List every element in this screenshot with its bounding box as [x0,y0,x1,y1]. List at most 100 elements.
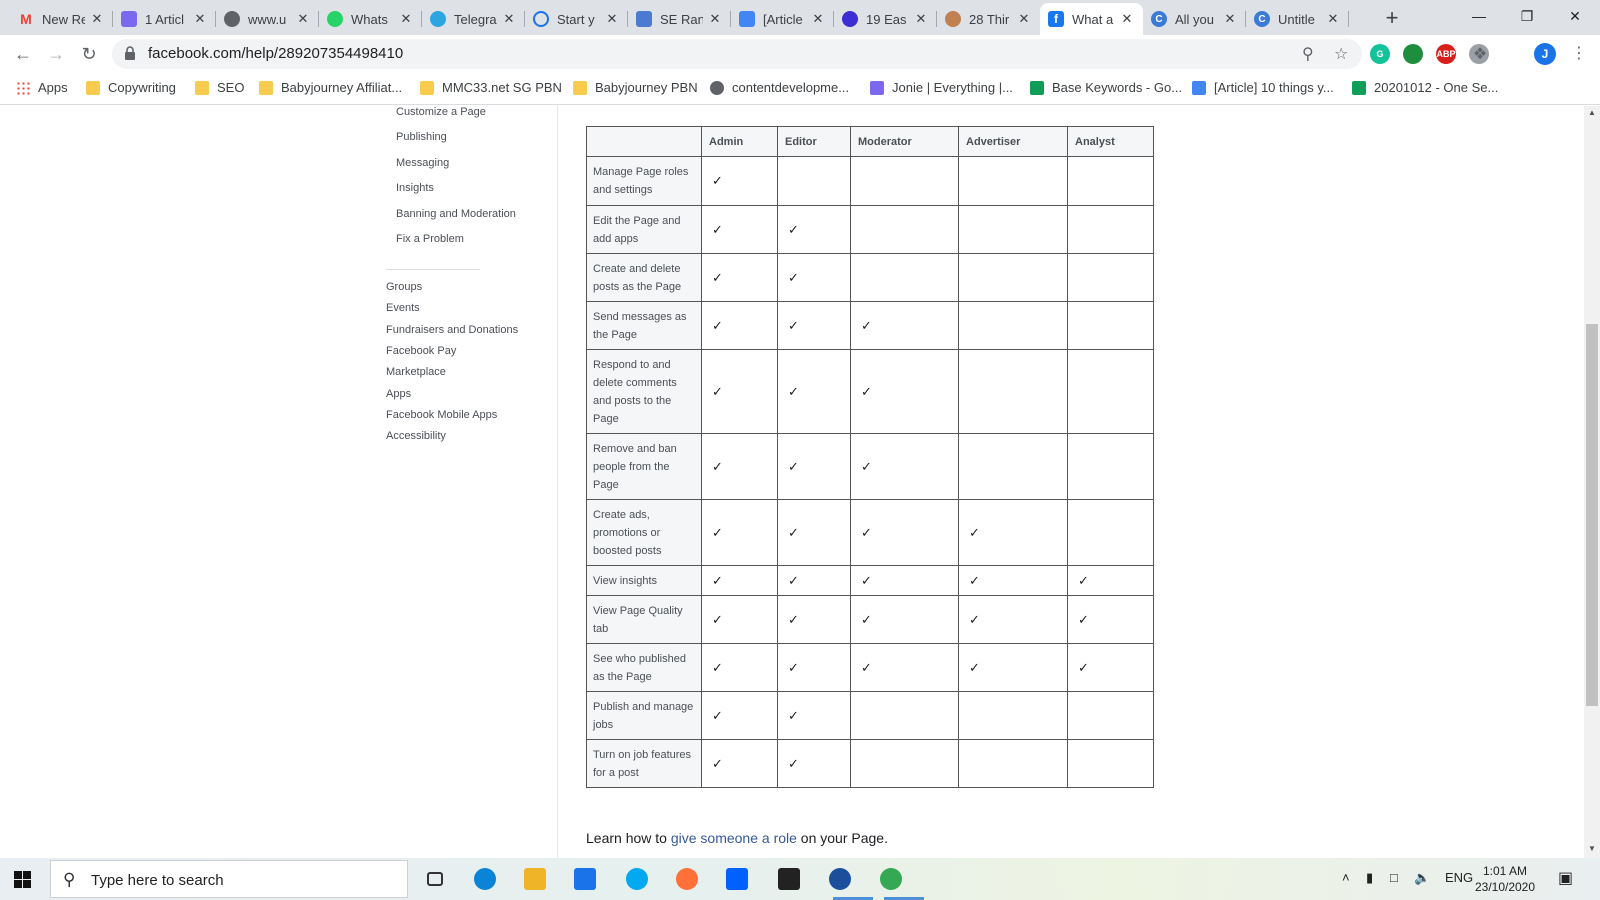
sidebar-subitem[interactable]: Banning and Moderation [396,208,516,220]
bookmark-item[interactable]: Copywriting [86,80,176,95]
bookmark-item[interactable]: [Article] 10 things y... [1192,80,1334,95]
sidebar-item[interactable]: Fundraisers and Donations [386,324,518,336]
scroll-down-arrow-icon[interactable]: ▼ [1584,844,1600,853]
bookmark-item[interactable]: Apps [16,80,68,95]
system-clock[interactable]: 1:01 AM 23/10/2020 [1470,863,1540,895]
browser-tab[interactable]: C All you ✕ [1143,3,1246,35]
address-bar[interactable]: facebook.com/help/289207354498410 ⚲ ☆ [112,39,1362,69]
extensions-puzzle-icon[interactable]: ❖ [1470,44,1490,64]
dropbox-icon[interactable] [722,864,752,894]
volume-icon[interactable]: 🔈 [1414,870,1430,886]
chrome-icon[interactable] [876,864,906,894]
bookmark-item[interactable]: contentdevelopme... [710,80,849,95]
grammarly-icon[interactable]: G [1370,44,1390,64]
menu-kebab-icon[interactable]: ⋮ [1566,41,1592,67]
empty-cell [1067,253,1154,302]
taskbar-search-box[interactable]: ⚲ Type here to search [50,860,408,898]
bookmark-item[interactable]: Babyjourney PBN [573,80,698,95]
check-mark-cell: ✓ [701,565,778,596]
browser-tab[interactable]: C Untitle ✕ [1246,3,1349,35]
network-icon[interactable]: □ [1390,870,1398,885]
tab-close-icon[interactable]: ✕ [398,11,414,27]
reload-button[interactable]: ↻ [76,41,102,67]
role-column-header: Moderator [850,126,959,157]
tab-close-icon[interactable]: ✕ [913,11,929,27]
tab-close-icon[interactable]: ✕ [1222,11,1238,27]
browser-tab[interactable]: 1 Articl ✕ [113,3,216,35]
zoom-icon[interactable]: ⚲ [1302,44,1314,64]
windows-start-icon[interactable] [14,871,31,888]
language-indicator[interactable]: ENG [1445,870,1473,885]
folder-icon [573,80,587,95]
forward-button[interactable]: → [43,41,69,67]
give-role-link[interactable]: give someone a role [671,830,797,846]
tab-close-icon[interactable]: ✕ [707,11,723,27]
check-mark-cell: ✓ [777,643,851,692]
tab-close-icon[interactable]: ✕ [501,11,517,27]
seranking-icon [636,11,652,27]
sidebar-item[interactable]: Events [386,302,420,314]
check-mark-cell: ✓ [958,565,1068,596]
sidebar-item[interactable]: Accessibility [386,430,446,442]
bookmark-item[interactable]: 20201012 - One Se... [1352,80,1498,95]
edge-icon[interactable] [470,864,500,894]
browser-tab[interactable]: Telegra ✕ [422,3,525,35]
browser-tab[interactable]: M New Re ✕ [10,3,113,35]
sidebar-item[interactable]: Facebook Pay [386,345,456,357]
task-view-icon[interactable] [420,864,450,894]
browser-tab[interactable]: f What a ✕ [1040,3,1143,35]
sidebar-item[interactable]: Marketplace [386,366,446,378]
browser-tab[interactable]: Whats ✕ [319,3,422,35]
profile-avatar[interactable]: J [1534,43,1556,65]
browser-tab[interactable]: Start y ✕ [525,3,628,35]
tab-close-icon[interactable]: ✕ [1325,11,1341,27]
tab-close-icon[interactable]: ✕ [295,11,311,27]
bookmark-item[interactable]: Jonie | Everything |... [870,80,1013,95]
mail-icon[interactable] [570,864,600,894]
close-window-button[interactable]: ✕ [1552,0,1598,32]
tab-close-icon[interactable]: ✕ [604,11,620,27]
sidebar-subitem[interactable]: Customize a Page [396,106,486,118]
sidebar-subitem[interactable]: Fix a Problem [396,233,464,245]
amazon-icon[interactable] [774,864,804,894]
sidebar-subitem[interactable]: Publishing [396,131,447,143]
sidebar-item[interactable]: Apps [386,388,411,400]
minimize-button[interactable]: — [1456,0,1502,32]
bookmark-item[interactable]: Babyjourney Affiliat... [259,80,402,95]
scrollbar-thumb[interactable] [1586,324,1598,706]
tab-close-icon[interactable]: ✕ [1016,11,1032,27]
bookmark-item[interactable]: Base Keywords - Go... [1030,80,1182,95]
tab-close-icon[interactable]: ✕ [89,11,105,27]
maximize-button[interactable]: ❐ [1504,0,1550,32]
bookmark-item[interactable]: MMC33.net SG PBN [420,80,562,95]
browser-tab[interactable]: 28 Thir ✕ [937,3,1040,35]
feature-cell: View Page Quality tab [586,595,702,644]
shield-icon[interactable] [1403,44,1423,64]
tab-close-icon[interactable]: ✕ [810,11,826,27]
browser-tab[interactable]: 19 Eas ✕ [834,3,937,35]
skype-icon[interactable] [622,864,652,894]
browser-tab[interactable]: www.u ✕ [216,3,319,35]
sidebar-subitem[interactable]: Messaging [396,157,449,169]
tab-close-icon[interactable]: ✕ [192,11,208,27]
browser-tab[interactable]: SE Ran ✕ [628,3,731,35]
empty-cell [958,301,1068,350]
tab-close-icon[interactable]: ✕ [1119,11,1135,27]
app-icon[interactable] [825,864,855,894]
sidebar-item[interactable]: Facebook Mobile Apps [386,409,497,421]
new-tab-button[interactable]: + [1378,5,1406,33]
notification-center-icon[interactable]: ▣ [1558,868,1573,888]
bookmark-star-icon[interactable]: ☆ [1334,44,1348,64]
adblock-icon[interactable]: ABP [1436,44,1456,64]
page-scrollbar[interactable]: ▲ ▼ [1584,106,1600,858]
sidebar-item[interactable]: Groups [386,281,422,293]
tray-chevron-up-icon[interactable]: ˄ [1342,870,1350,885]
browser-tab[interactable]: [Article ✕ [731,3,834,35]
bookmark-item[interactable]: SEO [195,80,244,95]
firefox-icon[interactable] [672,864,702,894]
file-explorer-icon[interactable] [520,864,550,894]
back-button[interactable]: ← [10,41,36,67]
sidebar-subitem[interactable]: Insights [396,182,434,194]
scroll-up-arrow-icon[interactable]: ▲ [1584,108,1600,117]
battery-icon[interactable]: ▮ [1366,870,1373,886]
